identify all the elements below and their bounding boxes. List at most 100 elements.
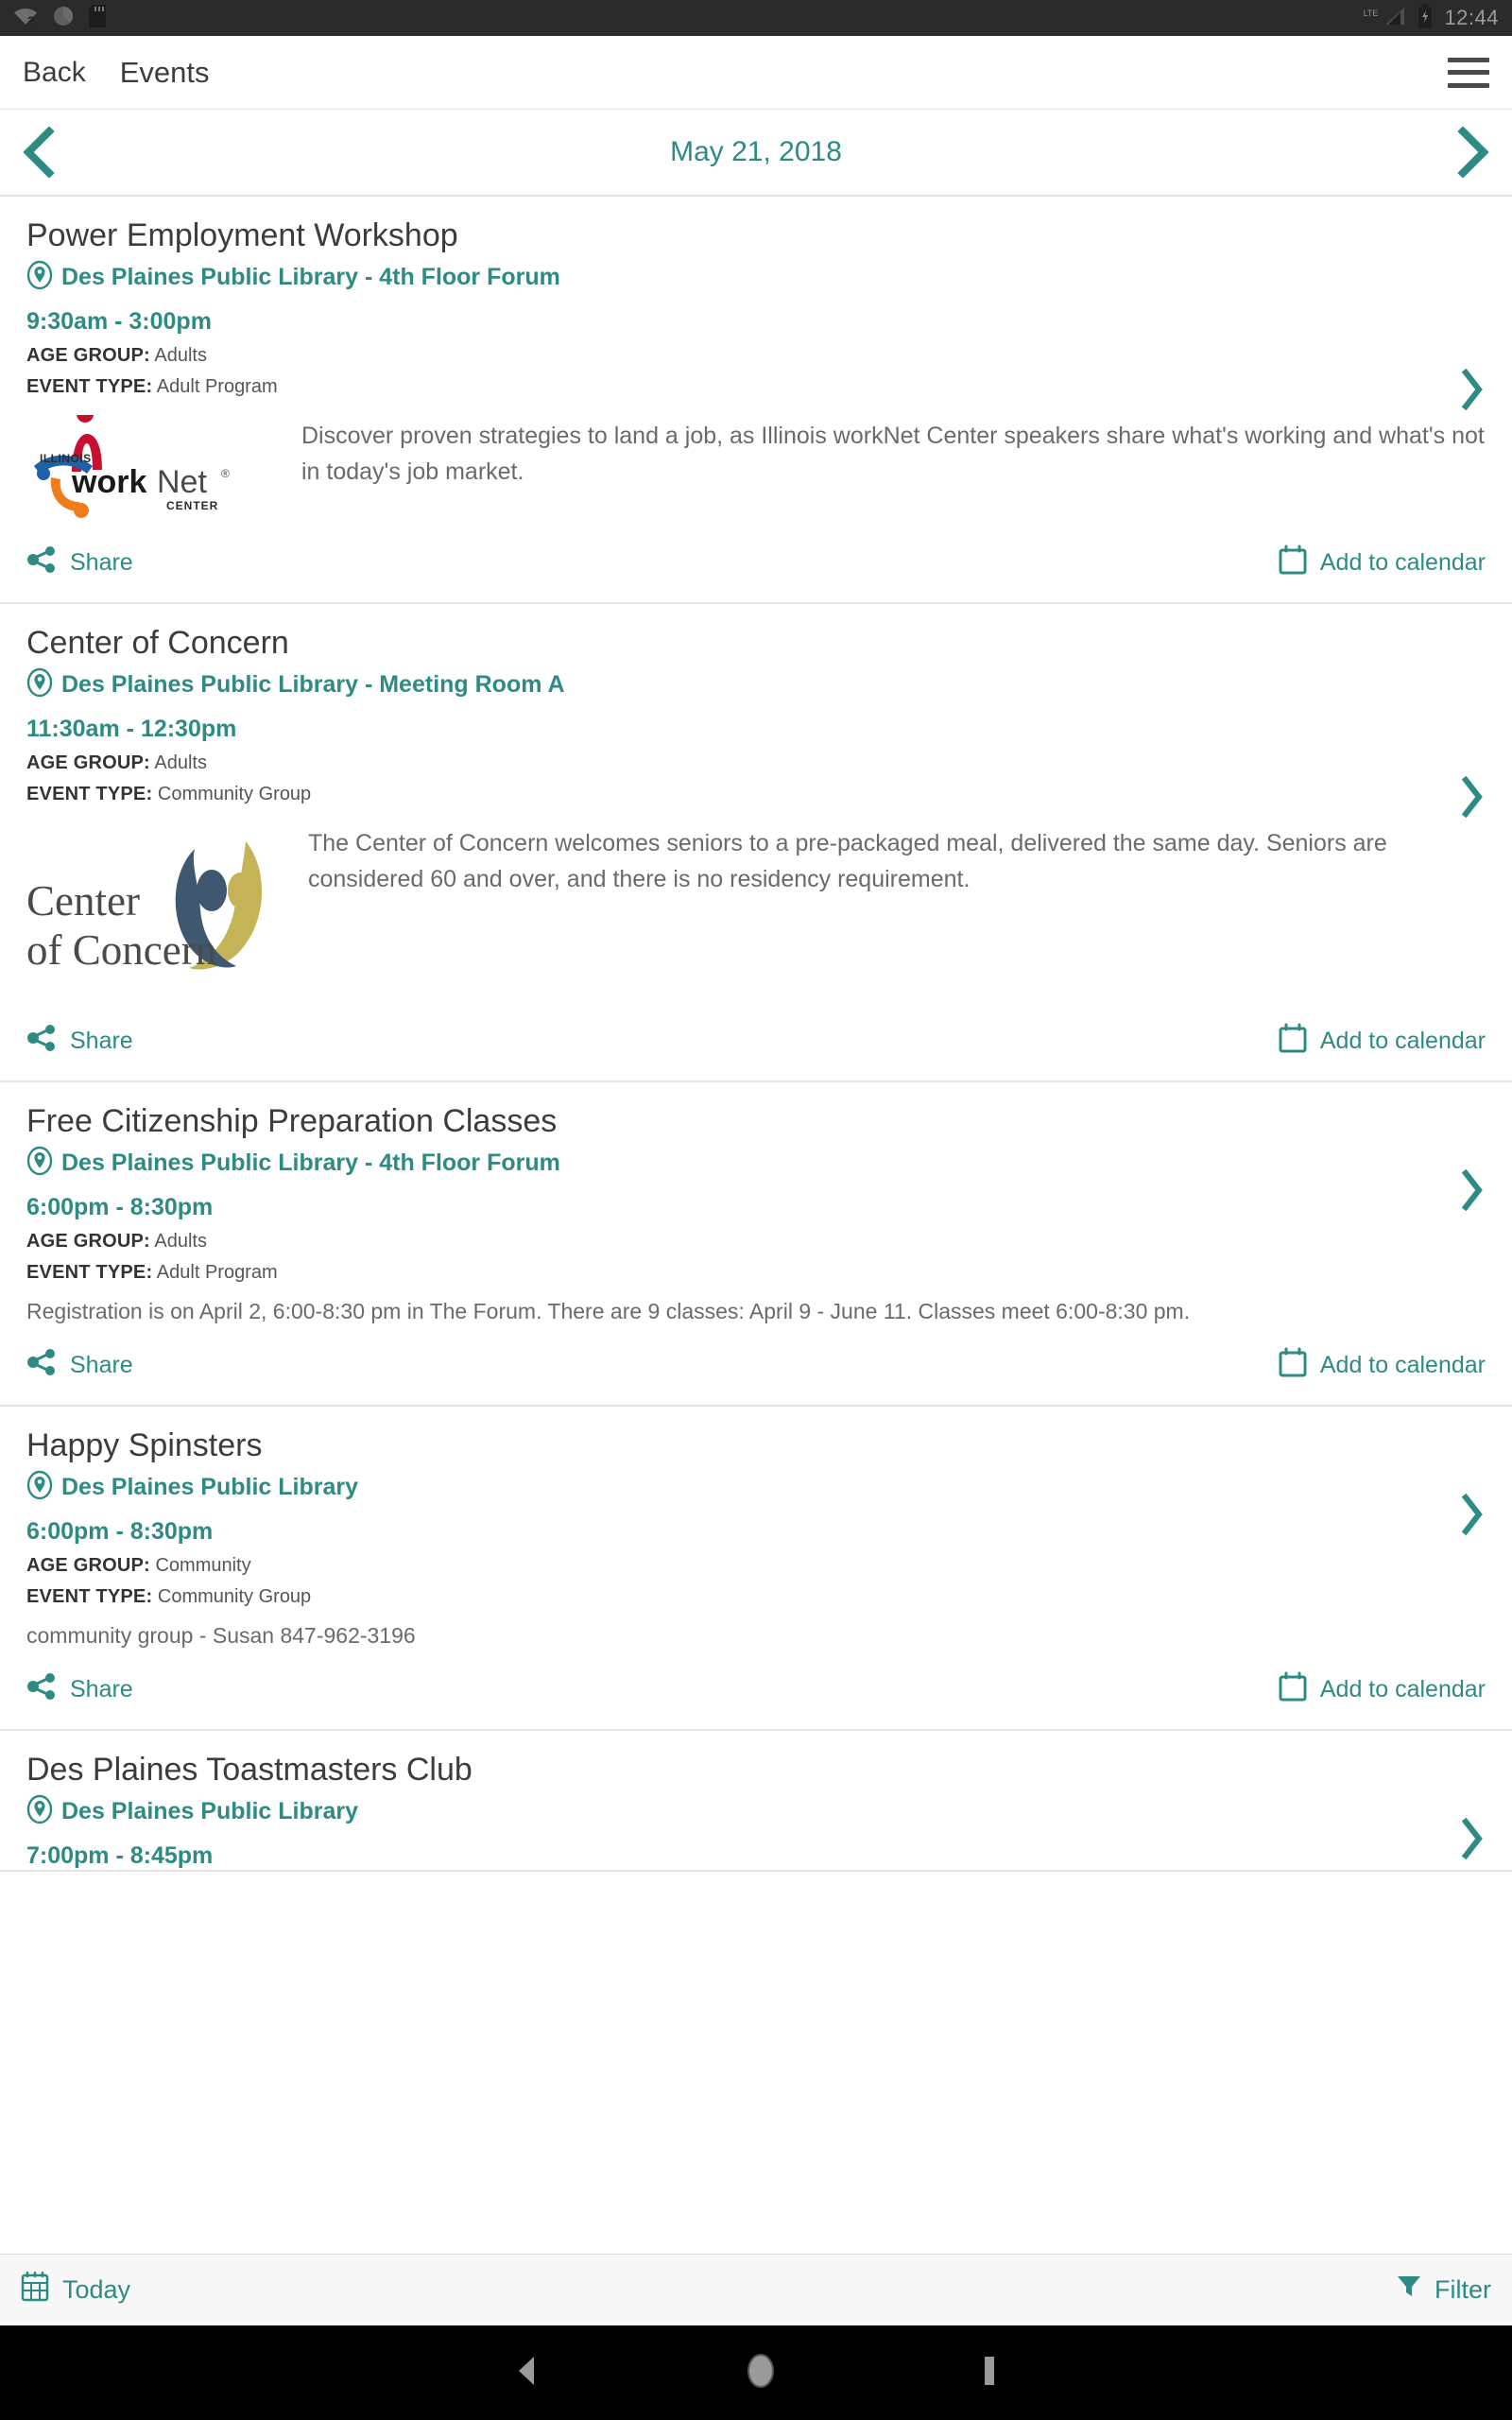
share-label: Share	[70, 1352, 133, 1379]
share-label: Share	[70, 1676, 133, 1703]
battery-charging-icon	[1418, 3, 1433, 33]
event-detail-chevron-icon[interactable]	[1459, 1494, 1486, 1540]
map-pin-icon	[26, 667, 53, 702]
event-detail-chevron-icon[interactable]	[1459, 1818, 1486, 1864]
back-button[interactable]: Back	[23, 57, 86, 89]
svg-text:of Concern: of Concern	[26, 926, 216, 974]
event-location-label: Des Plaines Public Library	[61, 1474, 359, 1501]
status-bar: ? LTE 12:44	[0, 0, 1512, 36]
svg-text:CENTER: CENTER	[166, 499, 218, 512]
age-group-label: AGE GROUP:	[26, 1231, 150, 1253]
signal-icon	[1383, 6, 1406, 31]
map-pin-icon	[26, 1146, 53, 1181]
add-to-calendar-label: Add to calendar	[1319, 1676, 1486, 1703]
event-type-label: EVENT TYPE:	[26, 376, 153, 398]
status-bar-right-icons: LTE 12:44	[1363, 3, 1499, 33]
event-description: community group - Susan 847-962-3196	[26, 1623, 416, 1649]
share-label: Share	[70, 1028, 133, 1055]
event-detail-chevron-icon[interactable]	[1459, 775, 1486, 822]
filter-button[interactable]: Filter	[1397, 2273, 1491, 2307]
hamburger-menu-icon[interactable]	[1448, 57, 1489, 88]
event-title: Power Employment Workshop	[26, 217, 458, 253]
android-navigation-bar	[0, 2325, 1512, 2420]
triangle-back-icon[interactable]	[513, 2355, 541, 2392]
add-to-calendar-label: Add to calendar	[1319, 549, 1486, 577]
chevron-left-icon[interactable]	[17, 127, 59, 178]
event-location[interactable]: Des Plaines Public Library - 4th Floor F…	[26, 260, 1486, 295]
event-location[interactable]: Des Plaines Public Library	[26, 1470, 1486, 1505]
svg-text:Net: Net	[157, 464, 207, 500]
event-title: Happy Spinsters	[26, 1427, 263, 1464]
event-detail-chevron-icon[interactable]	[1459, 368, 1486, 415]
map-pin-icon	[26, 1794, 53, 1829]
add-to-calendar-button[interactable]: Add to calendar	[1279, 1671, 1486, 1708]
map-pin-icon	[26, 260, 53, 295]
today-label: Today	[62, 2275, 131, 2304]
add-to-calendar-button[interactable]: Add to calendar	[1279, 1347, 1486, 1384]
share-button[interactable]: Share	[26, 1024, 133, 1059]
center-of-concern-logo: Center of Concern	[26, 841, 263, 974]
circle-icon	[53, 6, 74, 31]
age-group-value: Adults	[154, 345, 207, 367]
age-group-label: AGE GROUP:	[26, 1555, 150, 1577]
share-button[interactable]: Share	[26, 1672, 133, 1707]
event-list-item[interactable]: Des Plaines Toastmasters Club Des Plaine…	[0, 1731, 1512, 1873]
event-location[interactable]: Des Plaines Public Library - 4th Floor F…	[26, 1146, 1486, 1181]
today-button[interactable]: Today	[21, 2271, 131, 2308]
event-type-label: EVENT TYPE:	[26, 1262, 153, 1284]
date-navigation-bar: May 21, 2018	[0, 110, 1512, 197]
circle-home-icon[interactable]	[745, 2352, 777, 2394]
event-logo: ILLINOIS work Net ® CENTER	[26, 406, 277, 524]
event-type-label: EVENT TYPE:	[26, 784, 153, 805]
event-type: EVENT TYPE: Adult Program	[26, 1262, 1486, 1284]
share-label: Share	[70, 549, 133, 577]
event-type: EVENT TYPE: Community Group	[26, 784, 1486, 805]
add-to-calendar-button[interactable]: Add to calendar	[1279, 1023, 1486, 1060]
event-type-value: Community Group	[157, 1586, 312, 1608]
svg-text:ILLINOIS: ILLINOIS	[40, 452, 92, 465]
event-description: Registration is on April 2, 6:00-8:30 pm…	[26, 1299, 1191, 1324]
event-age-group: AGE GROUP: Adults	[26, 752, 1486, 774]
event-actions: Share Add to calendar	[26, 1002, 1486, 1080]
svg-text:®: ®	[221, 467, 230, 480]
event-title: Free Citizenship Preparation Classes	[26, 1103, 558, 1140]
share-icon	[26, 545, 57, 580]
share-icon	[26, 1024, 57, 1059]
age-group-value: Adults	[154, 752, 207, 774]
event-location[interactable]: Des Plaines Public Library - Meeting Roo…	[26, 667, 1486, 702]
calendar-icon	[21, 2271, 49, 2308]
event-type-value: Community Group	[157, 784, 312, 805]
network-type-label: LTE	[1363, 8, 1379, 18]
add-to-calendar-button[interactable]: Add to calendar	[1279, 544, 1486, 581]
event-description: Discover proven strategies to land a job…	[301, 423, 1485, 485]
event-list-item[interactable]: Happy Spinsters Des Plaines Public Libra…	[0, 1407, 1512, 1732]
funnel-icon	[1397, 2273, 1421, 2307]
event-age-group: AGE GROUP: Adults	[26, 345, 1486, 367]
age-group-label: AGE GROUP:	[26, 345, 150, 367]
illinois-worknet-center-logo: ILLINOIS work Net ® CENTER	[34, 406, 230, 519]
event-list-item[interactable]: Center of Concern Des Plaines Public Lib…	[0, 604, 1512, 1083]
page-title: Events	[119, 55, 210, 89]
event-list-item[interactable]: Free Citizenship Preparation Classes Des…	[0, 1082, 1512, 1408]
events-list[interactable]: Power Employment Workshop Des Plaines Pu…	[0, 197, 1512, 2254]
event-title: Des Plaines Toastmasters Club	[26, 1752, 472, 1789]
event-location-label: Des Plaines Public Library - 4th Floor F…	[61, 1150, 560, 1177]
event-age-group: AGE GROUP: Community	[26, 1555, 1486, 1577]
share-button[interactable]: Share	[26, 545, 133, 580]
event-location[interactable]: Des Plaines Public Library	[26, 1794, 1486, 1829]
event-type: EVENT TYPE: Community Group	[26, 1586, 1486, 1608]
event-title: Center of Concern	[26, 625, 289, 662]
event-time: 7:00pm - 8:45pm	[26, 1842, 214, 1870]
chevron-right-icon[interactable]	[1453, 127, 1495, 178]
age-group-value: Community	[155, 1555, 251, 1577]
bottom-toolbar: Today Filter	[0, 2254, 1512, 2325]
event-type: EVENT TYPE: Adult Program	[26, 376, 1486, 398]
event-list-item[interactable]: Power Employment Workshop Des Plaines Pu…	[0, 197, 1512, 605]
square-recents-icon[interactable]	[980, 2355, 999, 2392]
current-date-label: May 21, 2018	[670, 136, 842, 167]
event-detail-chevron-icon[interactable]	[1459, 1168, 1486, 1216]
event-actions: Share Add to calendar	[26, 1651, 1486, 1729]
event-location-label: Des Plaines Public Library	[61, 1798, 359, 1825]
share-button[interactable]: Share	[26, 1348, 133, 1383]
sd-card-icon	[89, 4, 106, 32]
